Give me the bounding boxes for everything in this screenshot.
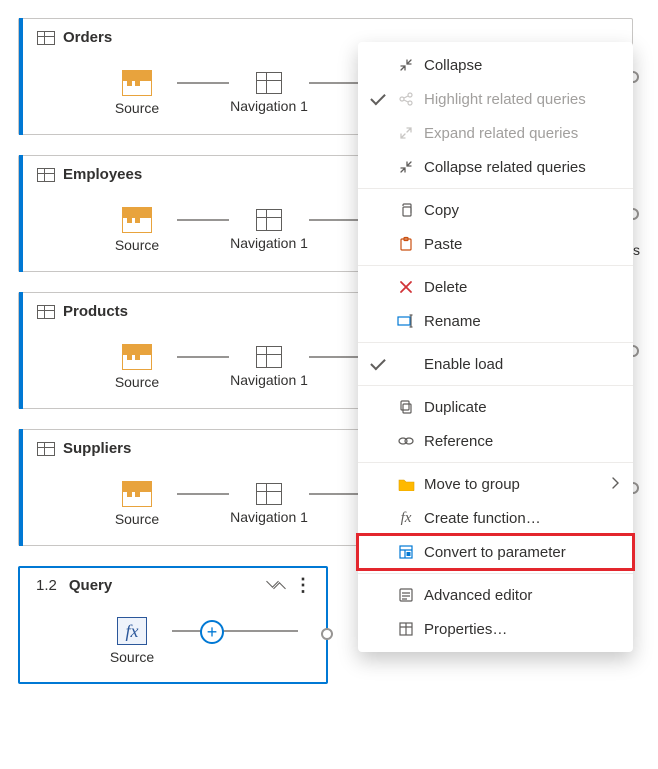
folder-icon [396,475,416,493]
connector [177,82,229,84]
query-card-query[interactable]: 1.2 Query ⋮ Source + [18,566,328,684]
table-icon [256,346,282,368]
card-title: Products [63,303,128,320]
connector [177,493,229,495]
menu-create-function[interactable]: fx Create function… [358,501,633,535]
card-prefix: 1.2 [36,577,57,594]
step-navigation-1[interactable]: Navigation 1 [229,209,309,251]
delete-icon [396,278,416,296]
check-icon [371,360,385,368]
parameter-icon [396,543,416,561]
context-menu: Collapse Highlight related queries Expan… [358,42,633,652]
menu-duplicate[interactable]: Duplicate [358,390,633,424]
add-step-button[interactable]: + [200,620,224,644]
collapse-icon[interactable] [268,577,284,593]
step-navigation-1[interactable]: Navigation 1 [229,346,309,388]
rename-icon [396,312,416,330]
table-icon [256,72,282,94]
steps-row: Source + [36,606,312,676]
collapse-icon [396,56,416,74]
connector [177,219,229,221]
card-title: Query [69,577,112,594]
connector [309,82,361,84]
connector [218,630,298,632]
chevron-right-icon [611,476,619,493]
table-icon [37,305,55,319]
table-icon [37,168,55,182]
menu-separator [358,462,633,463]
expand-icon [396,124,416,142]
more-icon[interactable]: ⋮ [294,576,312,594]
reference-icon [396,432,416,450]
menu-properties[interactable]: Properties… [358,612,633,646]
step-source[interactable]: Source [92,617,172,665]
menu-advanced-editor[interactable]: Advanced editor [358,578,633,612]
share-icon [396,90,416,108]
menu-convert-to-parameter[interactable]: Convert to parameter [358,535,633,569]
step-navigation-1[interactable]: Navigation 1 [229,72,309,114]
connector [309,493,361,495]
table-icon [256,209,282,231]
step-source[interactable]: Source [97,344,177,390]
step-source[interactable]: Source [97,70,177,116]
menu-copy[interactable]: Copy [358,193,633,227]
table-icon [37,31,55,45]
editor-icon [396,586,416,604]
table-icon [37,442,55,456]
connector [309,356,361,358]
datasource-icon [122,70,152,96]
connector [177,356,229,358]
card-title: Suppliers [63,440,131,457]
step-source[interactable]: Source [97,481,177,527]
menu-delete[interactable]: Delete [358,270,633,304]
fx-icon: fx [396,509,416,527]
collapse-icon [396,158,416,176]
card-header: 1.2 Query ⋮ [36,576,312,594]
table-icon [256,483,282,505]
card-title: Employees [63,166,142,183]
menu-enable-load[interactable]: Enable load [358,347,633,381]
output-port[interactable] [321,628,333,640]
properties-icon [396,620,416,638]
menu-separator [358,385,633,386]
menu-separator [358,265,633,266]
connector [309,219,361,221]
card-title: Orders [63,29,112,46]
menu-separator [358,573,633,574]
menu-separator [358,188,633,189]
menu-collapse-related[interactable]: Collapse related queries [358,150,633,184]
menu-highlight-related: Highlight related queries [358,82,633,116]
step-source[interactable]: Source [97,207,177,253]
menu-move-to-group[interactable]: Move to group [358,467,633,501]
menu-rename[interactable]: Rename [358,304,633,338]
menu-separator [358,342,633,343]
fx-icon [117,617,147,645]
paste-icon [396,235,416,253]
menu-reference[interactable]: Reference [358,424,633,458]
datasource-icon [122,344,152,370]
duplicate-icon [396,398,416,416]
datasource-icon [122,207,152,233]
datasource-icon [122,481,152,507]
blank-icon [396,355,416,373]
menu-collapse[interactable]: Collapse [358,48,633,82]
menu-paste[interactable]: Paste [358,227,633,261]
check-icon [371,95,385,103]
menu-expand-related: Expand related queries [358,116,633,150]
copy-icon [396,201,416,219]
step-navigation-1[interactable]: Navigation 1 [229,483,309,525]
